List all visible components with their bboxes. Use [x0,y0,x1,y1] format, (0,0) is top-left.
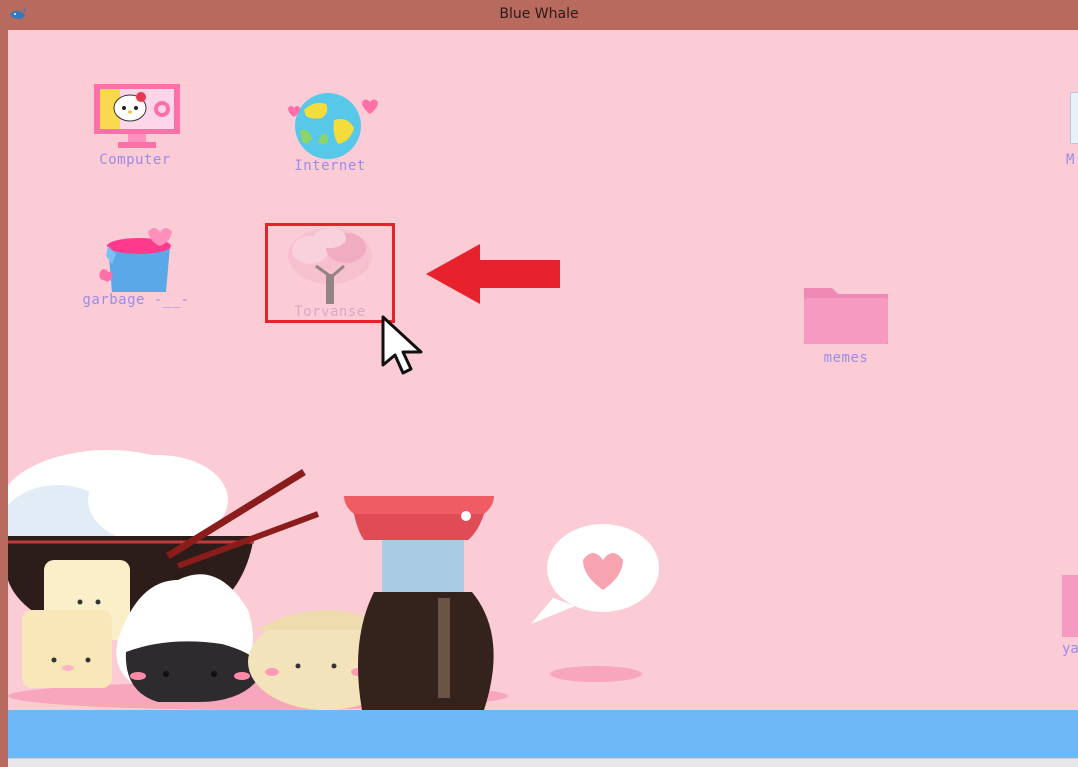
icon-label-computer: Computer [99,152,171,168]
desktop-icon-computer[interactable]: Computer [80,82,190,172]
desktop-icon-garbage[interactable]: garbage -__- [74,224,198,316]
window-title: Blue Whale [499,6,579,22]
desktop-window: Computer Internet garbage -__- Torvanse … [8,30,1078,767]
desktop-icon-memes[interactable]: memes [794,282,898,372]
icon-label-partial-bottom-right: ya [1062,641,1078,657]
desktop-icon-partial-top-right[interactable]: M [1066,92,1078,172]
folder-icon-partial [1062,575,1078,637]
icon-label-partial-top-right: M [1066,152,1075,168]
red-arrow-icon [426,244,560,304]
selection-highlight-box [265,223,395,323]
globe-icon [288,93,378,159]
folder-icon [804,288,888,344]
monitor-icon [1070,92,1078,144]
icon-label-garbage: garbage -__- [82,292,190,308]
title-bar: Blue Whale [0,0,1078,30]
bubble-shadow [550,666,642,682]
mouse-cursor-icon [381,315,423,375]
window-bottom-edge [8,758,1078,767]
trash-bin-icon [99,228,172,292]
heart-speech-bubble-icon [531,524,659,624]
desktop-icon-partial-bottom-right[interactable]: ya [1060,575,1078,661]
icon-label-internet: Internet [294,158,366,174]
desktop-icon-internet[interactable]: Internet [280,90,380,180]
computer-icon [94,84,180,148]
taskbar[interactable] [8,710,1078,758]
icon-label-memes: memes [823,350,869,366]
